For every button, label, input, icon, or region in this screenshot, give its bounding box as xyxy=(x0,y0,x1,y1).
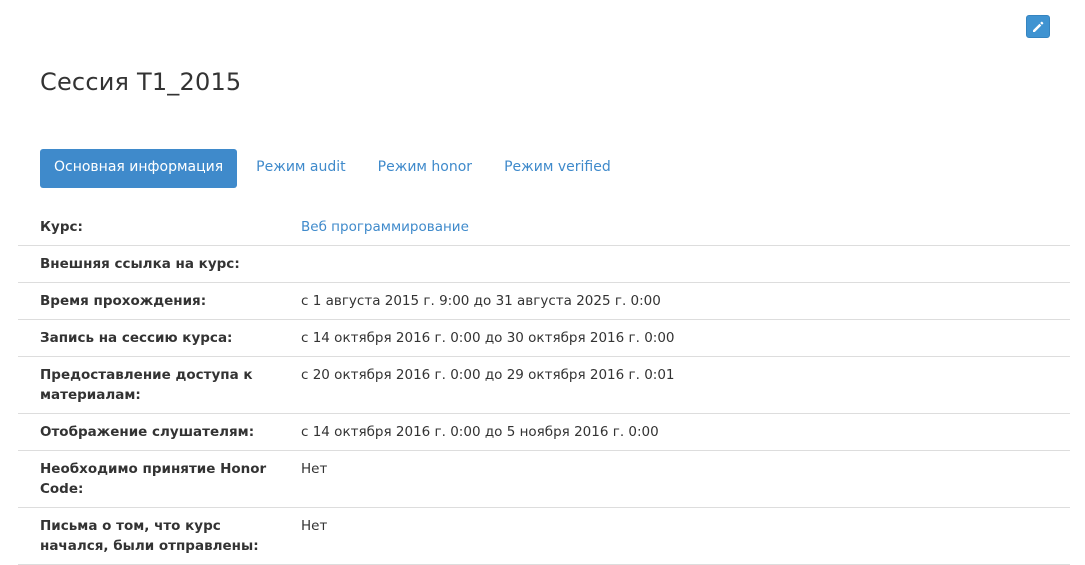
row-label: Внешняя ссылка на курс: xyxy=(18,245,301,283)
table-row: Письма о том, что курс начался, были отп… xyxy=(18,507,1070,565)
table-row: Запись на сессию курса: с 14 октября 201… xyxy=(18,319,1070,357)
pencil-icon xyxy=(1033,21,1044,32)
row-label: Время прохождения: xyxy=(18,282,301,320)
table-row: Курс: Веб программирование xyxy=(18,209,1070,246)
row-value: Нет xyxy=(301,450,1070,508)
table-row: Предоставление доступа к материалам: с 2… xyxy=(18,356,1070,414)
row-value: с 1 августа 2015 г. 9:00 до 31 августа 2… xyxy=(301,282,1070,320)
row-value: с 14 октября 2016 г. 0:00 до 30 октября … xyxy=(301,319,1070,357)
page-title: Сессия T1_2015 xyxy=(40,68,242,96)
row-label: Необходимо принятие Honor Code: xyxy=(18,450,301,508)
row-value: с 14 октября 2016 г. 0:00 до 5 ноября 20… xyxy=(301,413,1070,451)
session-tabs: Основная информация Режим audit Режим ho… xyxy=(40,149,627,188)
row-label: Предоставление доступа к материалам: xyxy=(18,356,301,414)
row-value: Нет xyxy=(301,507,1070,565)
edit-button[interactable] xyxy=(1026,15,1050,38)
table-row: Внешняя ссылка на курс: xyxy=(18,245,1070,283)
tab-verified-mode[interactable]: Режим verified xyxy=(488,149,627,188)
row-value: с 20 октября 2016 г. 0:00 до 29 октября … xyxy=(301,356,1070,414)
row-label: Запись на сессию курса: xyxy=(18,319,301,357)
row-label: Отображение слушателям: xyxy=(18,413,301,451)
tab-honor-mode[interactable]: Режим honor xyxy=(362,149,488,188)
table-row: Отображение слушателям: с 14 октября 201… xyxy=(18,413,1070,451)
row-value xyxy=(301,245,1070,283)
course-link[interactable]: Веб программирование xyxy=(301,209,1070,246)
row-label: Письма о том, что курс начался, были отп… xyxy=(18,507,301,565)
table-row: Необходимо принятие Honor Code: Нет xyxy=(18,450,1070,508)
row-label: Курс: xyxy=(18,209,301,246)
tab-main-info[interactable]: Основная информация xyxy=(40,149,238,188)
table-row: Время прохождения: с 1 августа 2015 г. 9… xyxy=(18,282,1070,320)
session-info-table: Курс: Веб программирование Внешняя ссылк… xyxy=(18,209,1070,565)
tab-audit-mode[interactable]: Режим audit xyxy=(240,149,362,188)
